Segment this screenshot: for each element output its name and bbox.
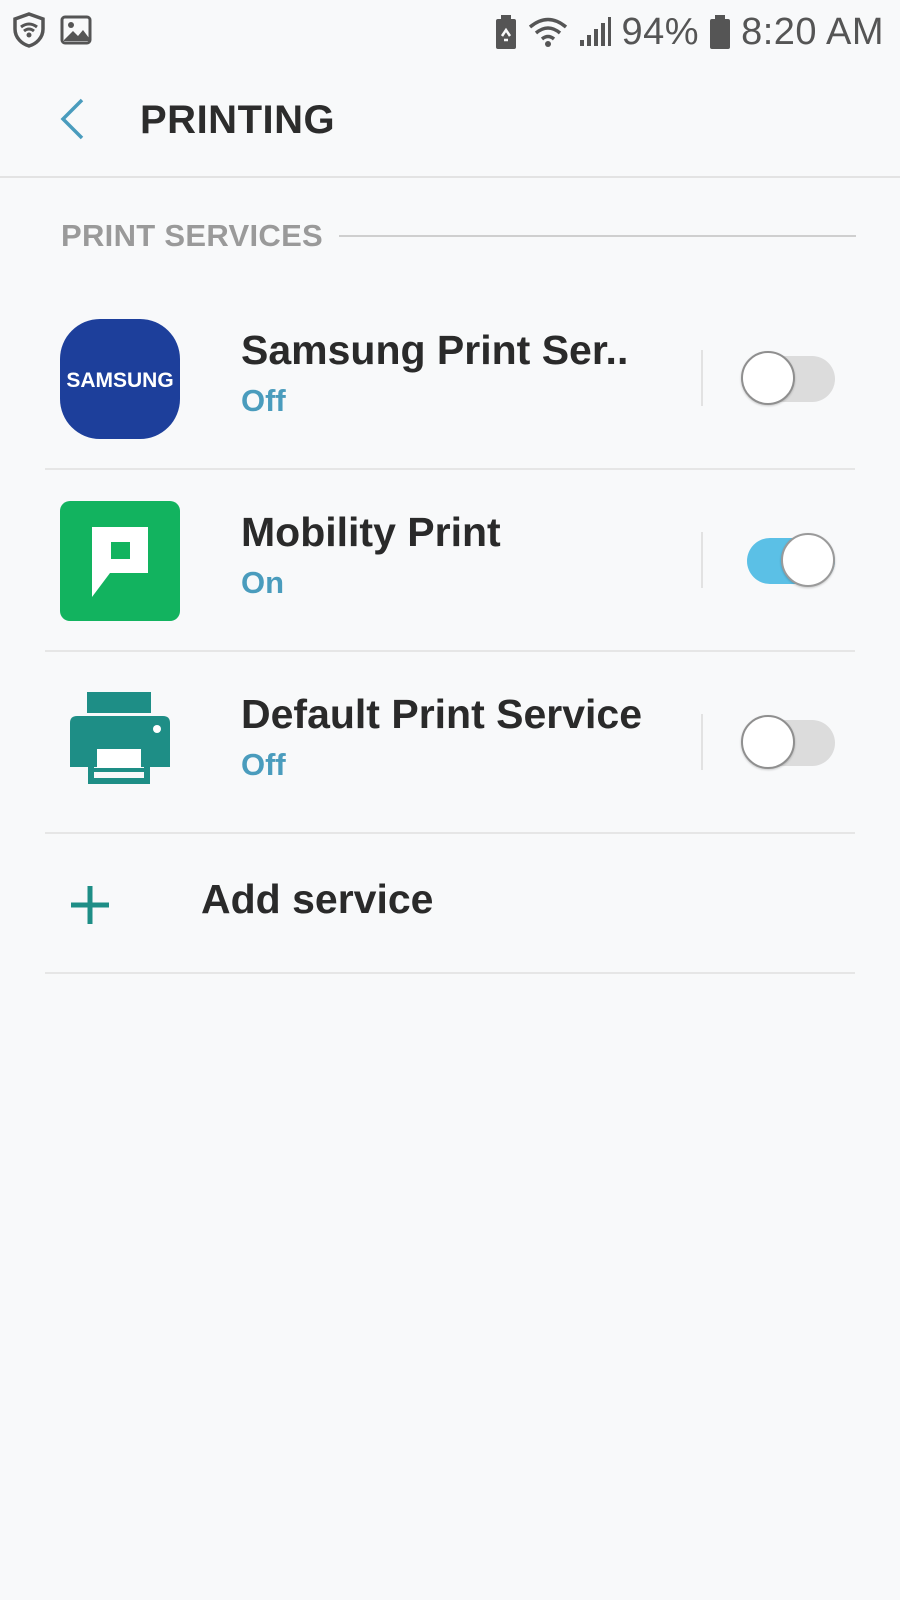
row-divider — [701, 532, 703, 588]
status-bar-left — [12, 12, 92, 48]
row-divider — [701, 350, 703, 406]
clock: 8:20 AM — [741, 10, 884, 53]
row-divider — [701, 714, 703, 770]
toggle-switch-samsung-print[interactable] — [741, 351, 835, 405]
page-title: PRINTING — [140, 98, 336, 142]
wifi-icon — [528, 16, 568, 48]
service-row-samsung-print[interactable]: SAMSUNG Samsung Print Ser.. Off — [45, 288, 855, 470]
mobility-print-icon — [60, 501, 180, 621]
service-row-mobility-print[interactable]: Mobility Print On — [45, 470, 855, 652]
service-texts: Mobility Print On — [241, 506, 681, 606]
back-button[interactable] — [44, 90, 100, 152]
service-status: Off — [241, 747, 286, 782]
plus-icon — [69, 884, 111, 926]
add-service-label: Add service — [201, 876, 434, 922]
service-row-default-print[interactable]: Default Print Service Off — [45, 652, 855, 834]
service-name: Samsung Print Ser.. — [241, 327, 629, 373]
battery-percent: 94% — [621, 10, 700, 53]
section-divider — [339, 235, 856, 237]
chevron-left-icon — [58, 97, 86, 146]
status-bar: 94% 8:20 AM — [0, 0, 900, 62]
toggle-switch-default-print[interactable] — [741, 715, 835, 769]
battery-icon — [709, 14, 731, 50]
switch-thumb — [741, 351, 795, 405]
switch-thumb — [741, 715, 795, 769]
shield-wifi-icon — [12, 12, 46, 48]
status-bar-right: 94% 8:20 AM — [494, 6, 884, 58]
section-header: PRINT SERVICES — [61, 214, 856, 258]
app-bar: PRINTING — [0, 62, 900, 178]
toggle-switch-mobility-print[interactable] — [741, 533, 835, 587]
service-status: On — [241, 565, 285, 600]
signal-icon — [578, 16, 612, 48]
service-texts: Default Print Service Off — [241, 688, 681, 788]
service-status: Off — [241, 383, 286, 418]
add-service-button[interactable]: Add service — [45, 836, 855, 974]
battery-saver-icon — [494, 14, 518, 50]
service-name: Mobility Print — [241, 509, 501, 555]
samsung-logo-icon: SAMSUNG — [60, 319, 180, 439]
section-title: PRINT SERVICES — [61, 218, 324, 253]
service-texts: Samsung Print Ser.. Off — [241, 324, 681, 424]
switch-thumb — [781, 533, 835, 587]
samsung-logo-text: SAMSUNG — [66, 369, 173, 392]
service-name: Default Print Service — [241, 691, 643, 737]
image-icon — [60, 12, 92, 48]
printer-icon — [60, 683, 180, 803]
